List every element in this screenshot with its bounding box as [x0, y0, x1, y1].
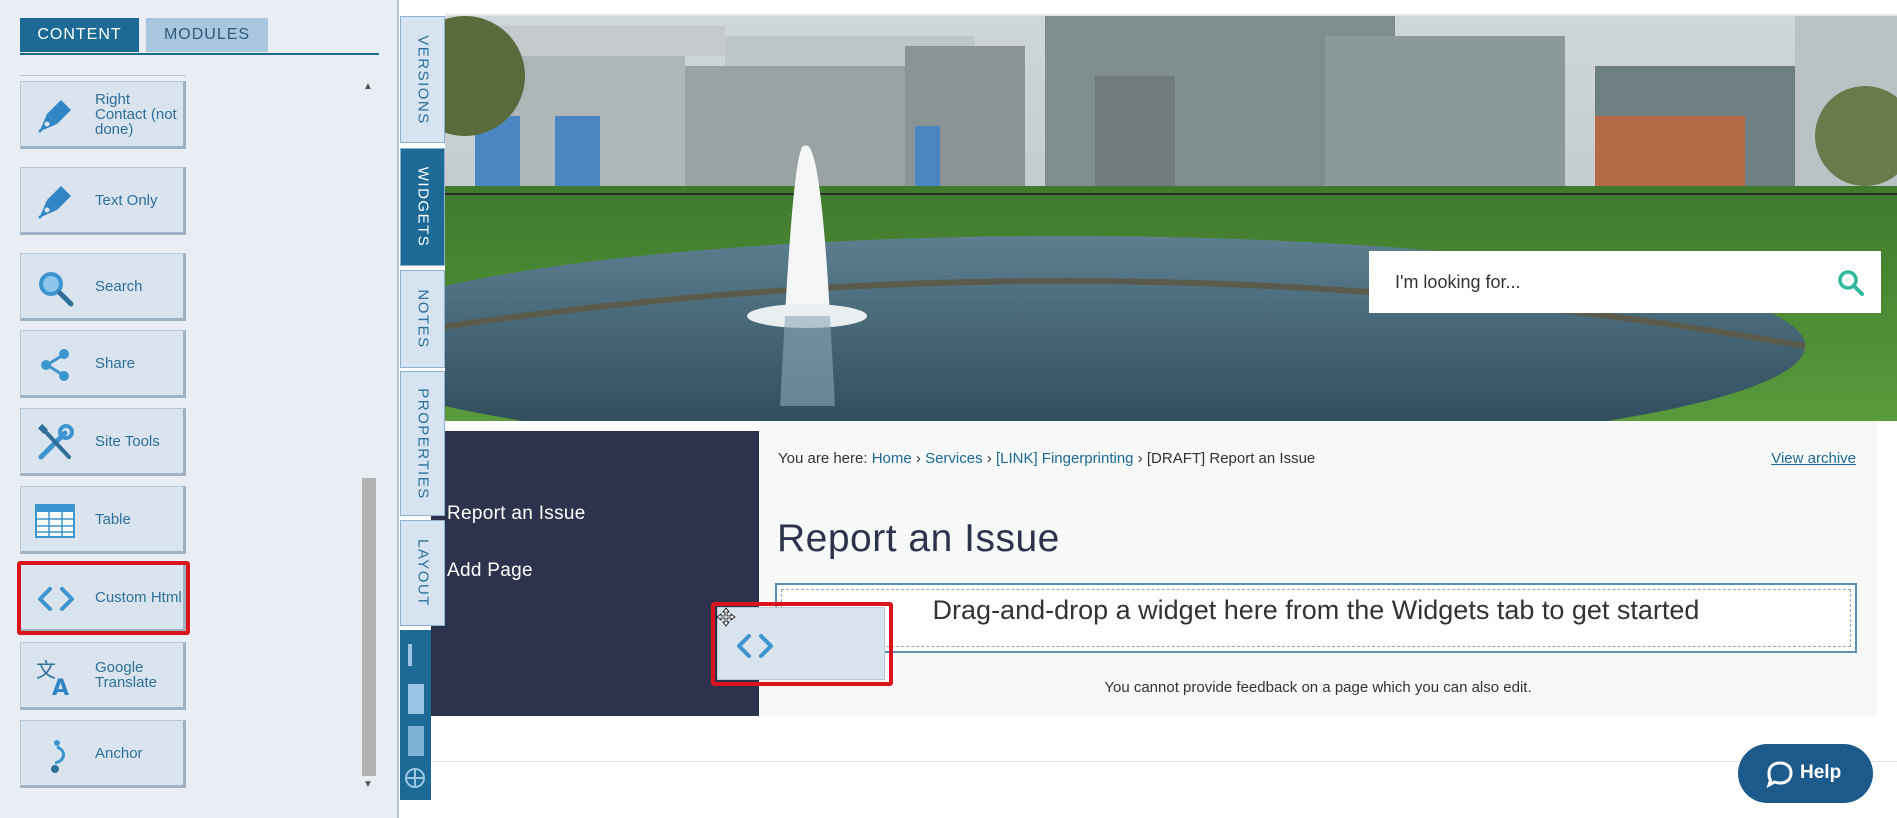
panel-tabs: CONTENT MODULES [20, 18, 379, 55]
footer-divider [431, 761, 1897, 762]
breadcrumb-separator: › [1137, 450, 1143, 467]
anchor-icon [51, 740, 65, 773]
pen-icon [38, 186, 71, 219]
tab-content[interactable]: CONTENT [20, 18, 139, 52]
widget-google-translate[interactable]: 文 A Google Translate [20, 642, 186, 710]
nav-item-add-page[interactable]: Add Page [447, 560, 533, 582]
tab-layout[interactable]: LAYOUT [400, 520, 445, 626]
widget-right-contact[interactable]: Right Contact (not done) [20, 81, 186, 149]
page-content: You are here: Home › Services › [LINK] F… [759, 421, 1877, 716]
scroll-up-icon[interactable]: ▲ [361, 81, 375, 93]
tab-properties[interactable]: PROPERTIES [400, 371, 445, 516]
share-icon [41, 349, 69, 381]
layout-one-column-icon[interactable] [408, 644, 412, 666]
widget-label: Right Contact (not done) [95, 90, 177, 138]
page-title: Report an Issue [777, 517, 1060, 560]
widget-table[interactable]: Table [20, 486, 186, 554]
list-divider [20, 75, 186, 76]
view-archive-link[interactable]: View archive [1771, 450, 1856, 467]
widget-site-tools[interactable]: Site Tools [20, 408, 186, 476]
scroll-down-icon[interactable]: ▼ [361, 779, 375, 791]
pen-icon [38, 100, 71, 133]
widget-label: Search [95, 277, 143, 295]
breadcrumb-services[interactable]: Services [925, 450, 983, 467]
help-label: Help [1800, 762, 1842, 783]
site-search: I'm looking for... [1369, 251, 1881, 313]
hero-image [445, 16, 1897, 421]
section-nav: Report an Issue Add Page [431, 431, 759, 716]
nav-item-report-an-issue[interactable]: Report an Issue [447, 503, 586, 525]
tools-icon [38, 424, 74, 460]
layout-full-icon[interactable] [408, 726, 424, 756]
breadcrumb-current: [DRAFT] Report an Issue [1146, 450, 1316, 467]
widget-share[interactable]: Share [20, 330, 186, 398]
search-input[interactable]: I'm looking for... [1395, 251, 1521, 313]
highlight-custom-html [17, 561, 190, 635]
highlight-dragged-widget [711, 602, 893, 686]
search-icon [39, 272, 74, 307]
widget-dropzone[interactable]: Drag-and-drop a widget here from the Wid… [775, 583, 1857, 653]
breadcrumb: You are here: Home › Services › [LINK] F… [778, 450, 1315, 467]
tab-notes[interactable]: NOTES [400, 270, 445, 368]
breadcrumb-separator: › [915, 450, 921, 467]
breadcrumb-fingerprinting[interactable]: [LINK] Fingerprinting [996, 450, 1134, 467]
widget-anchor[interactable]: Anchor [20, 720, 186, 788]
widget-panel: CONTENT MODULES Right Contact (not done)… [0, 0, 399, 818]
table-icon [35, 504, 75, 538]
tab-modules[interactable]: MODULES [146, 18, 268, 52]
widget-text-only[interactable]: Text Only [20, 167, 186, 235]
widget-label: Table [95, 510, 131, 528]
tab-widgets[interactable]: WIDGETS [400, 148, 445, 266]
tab-versions[interactable]: VERSIONS [400, 16, 445, 143]
widget-label: Google Translate [95, 659, 157, 691]
breadcrumb-home[interactable]: Home [872, 450, 912, 467]
widget-label: Site Tools [95, 432, 160, 450]
widget-label: Anchor [95, 744, 143, 762]
help-button[interactable]: Help [1738, 744, 1873, 803]
widget-label: Share [95, 354, 136, 372]
layout-tools [400, 630, 431, 800]
breadcrumb-separator: › [986, 450, 992, 467]
widget-label: Text Only [95, 191, 158, 209]
layout-two-column-icon[interactable] [408, 684, 424, 714]
widget-search[interactable]: Search [20, 253, 186, 321]
translate-icon: 文 A [36, 658, 69, 697]
move-cursor-icon [716, 607, 736, 627]
anchor-tool-icon[interactable] [405, 768, 425, 788]
chat-bubble-icon [1766, 761, 1793, 788]
svg-text:A: A [52, 676, 69, 697]
scrollbar-thumb[interactable] [362, 478, 376, 776]
feedback-notice: You cannot provide feedback on a page wh… [1104, 679, 1532, 696]
breadcrumb-prefix: You are here: [778, 450, 868, 467]
search-icon[interactable] [1837, 269, 1865, 297]
dropzone-text: Drag-and-drop a widget here from the Wid… [932, 595, 1700, 625]
